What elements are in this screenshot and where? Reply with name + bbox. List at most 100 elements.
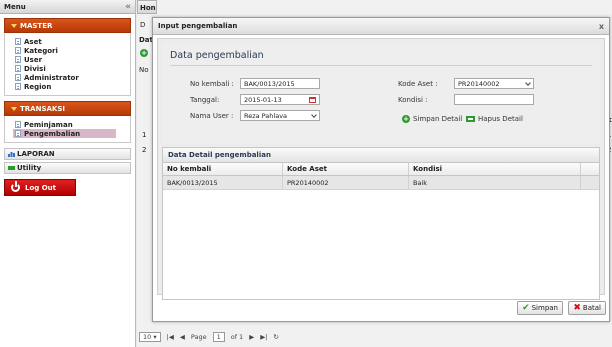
sidebar-item-label: Peminjaman <box>24 120 73 129</box>
nama-user-label: Nama User : <box>190 112 234 120</box>
chevron-down-icon <box>525 79 531 86</box>
no-kembali-input[interactable]: BAK/0013/2015 <box>240 78 320 89</box>
sidebar-laporan-label: LAPORAN <box>17 150 55 158</box>
sidebar-item-kategori[interactable]: Kategori <box>15 46 130 55</box>
bg-row-2: 2 <box>142 146 147 154</box>
sidebar-item-label: Kategori <box>24 46 58 55</box>
chevron-down-icon <box>311 111 317 118</box>
document-icon <box>15 38 21 45</box>
cancel-button[interactable]: ✖ Batal <box>568 301 606 315</box>
tab-home[interactable]: Hon <box>137 0 157 14</box>
cross-icon: ✖ <box>573 303 581 313</box>
bg-label-dat: Dat <box>139 36 153 44</box>
kondisi-label: Kondisi : <box>398 96 428 104</box>
document-icon <box>15 121 21 128</box>
tanggal-value: 2015-01-13 <box>244 95 282 104</box>
tanggal-label: Tanggal: <box>190 96 220 104</box>
last-page-icon[interactable]: ▶| <box>260 333 267 341</box>
page-of-label: of 1 <box>230 333 244 341</box>
save-label: Simpan <box>531 304 558 312</box>
cell-spacer <box>581 176 599 189</box>
sidebar-item-divisi[interactable]: Divisi <box>15 64 130 73</box>
dialog-title: Input pengembalian <box>158 22 238 30</box>
page-label: Page <box>190 333 207 341</box>
sidebar-item-label: Pengembalian <box>24 129 81 138</box>
sidebar-utility-label: Utility <box>17 164 42 172</box>
close-icon[interactable]: x <box>599 22 604 31</box>
grid-header: No kembali Kode Aset Kondisi <box>163 163 599 176</box>
pagination: 10 ▾ |◀ ◀ Page 1 of 1 ▶ ▶| ↻ <box>139 331 279 343</box>
sidebar: Menu « MASTER Aset Kategori User Divisi … <box>0 0 136 347</box>
first-page-icon[interactable]: |◀ <box>167 333 174 341</box>
sidebar-item-peminjaman[interactable]: Peminjaman <box>15 120 130 129</box>
page-size-value: 10 <box>143 333 152 341</box>
save-button[interactable]: ✔ Simpan <box>517 301 563 315</box>
transaksi-items: Peminjaman Pengembalian <box>4 116 131 143</box>
document-icon <box>15 130 21 137</box>
cancel-label: Batal <box>582 304 601 312</box>
sidebar-item-user[interactable]: User <box>15 55 130 64</box>
logout-label: Log Out <box>25 183 56 192</box>
sidebar-item-label: Region <box>24 82 52 91</box>
no-kembali-value: BAK/0013/2015 <box>244 79 295 88</box>
simpan-detail-label: Simpan Detail <box>413 115 463 123</box>
sidebar-item-label: Divisi <box>24 64 46 73</box>
form-heading: Data pengembalian <box>170 50 264 61</box>
collapse-icon[interactable]: « <box>125 2 131 12</box>
delete-icon <box>466 116 475 122</box>
document-icon <box>15 83 21 90</box>
add-icon[interactable]: + <box>140 49 148 57</box>
kode-aset-select[interactable]: PR20140002 <box>454 78 534 89</box>
column-header[interactable]: No kembali <box>163 163 283 175</box>
kondisi-input[interactable] <box>454 94 534 105</box>
simpan-detail-button[interactable]: + Simpan Detail <box>402 115 462 123</box>
page-size-select[interactable]: 10 ▾ <box>139 332 161 342</box>
page-number-input[interactable]: 1 <box>212 332 225 342</box>
column-header[interactable]: Kondisi <box>409 163 581 175</box>
bg-label-d: D <box>140 21 146 29</box>
hapus-detail-button[interactable]: Hapus Detail <box>466 115 523 123</box>
form-panel: Data pengembalian No kembali : BAK/0013/… <box>162 43 600 143</box>
expand-triangle-icon <box>11 106 17 111</box>
section-master[interactable]: MASTER <box>4 18 131 33</box>
nama-user-value: Reza Pahlava <box>244 111 288 120</box>
sidebar-item-administrator[interactable]: Administrator <box>15 73 130 82</box>
master-items: Aset Kategori User Divisi Administrator … <box>4 33 131 96</box>
section-master-label: MASTER <box>20 21 53 30</box>
column-header[interactable]: Kode Aset <box>283 163 409 175</box>
hapus-detail-label: Hapus Detail <box>478 115 523 123</box>
nama-user-select[interactable]: Reza Pahlava <box>240 110 320 121</box>
sidebar-utility[interactable]: Utility <box>4 162 131 174</box>
next-page-icon[interactable]: ▶ <box>249 333 254 341</box>
sidebar-item-pengembalian[interactable]: Pengembalian <box>13 129 116 138</box>
bg-row-1: 1 <box>142 131 147 139</box>
divider <box>170 65 592 66</box>
prev-page-icon[interactable]: ◀ <box>180 333 185 341</box>
add-icon: + <box>402 115 410 123</box>
table-row[interactable]: BAK/0013/2015 PR20140002 Baik <box>163 176 599 190</box>
tanggal-input[interactable]: 2015-01-13 <box>240 94 320 105</box>
document-icon <box>15 56 21 63</box>
dialog-titlebar: Input pengembalian x <box>153 18 609 35</box>
no-kembali-label: No kembali : <box>190 80 234 88</box>
sidebar-laporan[interactable]: LAPORAN <box>4 148 131 160</box>
sidebar-item-aset[interactable]: Aset <box>15 37 130 46</box>
cell-kondisi: Baik <box>409 176 581 189</box>
sidebar-item-region[interactable]: Region <box>15 82 130 91</box>
sidebar-item-label: Aset <box>24 37 42 46</box>
expand-triangle-icon <box>11 23 17 28</box>
input-pengembalian-dialog: Input pengembalian x Data pengembalian N… <box>152 17 610 322</box>
document-icon <box>15 74 21 81</box>
check-icon: ✔ <box>522 303 530 313</box>
logout-button[interactable]: Log Out <box>4 179 76 196</box>
menu-title: Menu <box>4 2 26 11</box>
grid-title: Data Detail pengembalian <box>163 148 599 163</box>
power-icon <box>11 181 20 192</box>
dialog-body: Data pengembalian No kembali : BAK/0013/… <box>157 38 605 300</box>
refresh-icon[interactable]: ↻ <box>273 333 278 341</box>
section-transaksi[interactable]: TRANSAKSI <box>4 101 131 116</box>
calendar-icon[interactable] <box>309 96 316 103</box>
document-icon <box>15 47 21 54</box>
document-icon <box>15 65 21 72</box>
bg-col-no: No <box>139 66 149 74</box>
